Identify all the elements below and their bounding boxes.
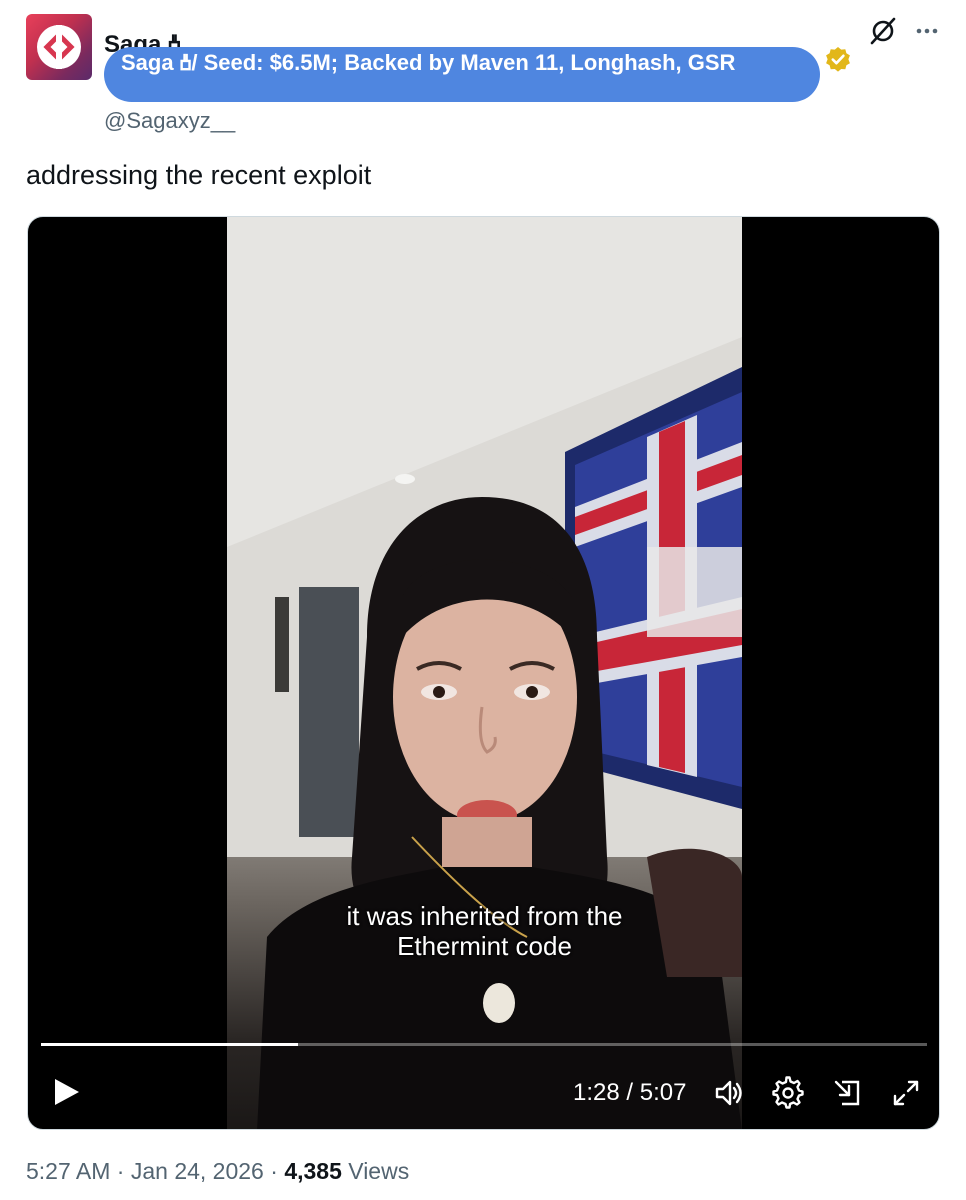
settings-icon[interactable] — [771, 1076, 805, 1110]
views-label: Views — [341, 1158, 410, 1184]
caption-line-1: it was inherited from the — [346, 901, 623, 931]
fullscreen-icon[interactable] — [889, 1076, 923, 1110]
video-still — [227, 217, 742, 1129]
verified-badge-icon — [826, 47, 850, 72]
saga-logo-icon — [37, 25, 81, 69]
tweet-meta: 5:27 AM · Jan 24, 2026 · 4,385 Views — [26, 1158, 409, 1185]
separator: · — [263, 1158, 285, 1184]
video-player[interactable]: it was inherited from the Ethermint code… — [27, 216, 940, 1130]
tweet-text: addressing the recent exploit — [26, 160, 372, 190]
avatar[interactable] — [26, 14, 92, 80]
post-time[interactable]: 5:27 AM — [26, 1158, 110, 1184]
video-progress-fill — [41, 1043, 298, 1046]
play-icon[interactable] — [48, 1075, 82, 1109]
caption-line-2: Ethermint code — [397, 931, 572, 961]
handle[interactable]: @Sagaxyz__ — [104, 108, 235, 134]
post-date[interactable]: Jan 24, 2026 — [131, 1158, 264, 1184]
time-readout: 1:28 / 5:07 — [573, 1079, 687, 1106]
affiliation-badge[interactable]: Saga 🝅/ Seed: $6.5M; Backed by Maven 11,… — [104, 47, 820, 102]
volume-icon[interactable] — [712, 1076, 746, 1110]
video-caption: it was inherited from the Ethermint code — [28, 901, 939, 961]
more-icon[interactable] — [912, 16, 942, 46]
video-progress-bar[interactable] — [41, 1043, 927, 1046]
pop-out-icon[interactable] — [830, 1076, 864, 1110]
views-count: 4,385 — [284, 1158, 342, 1184]
separator: · — [110, 1158, 131, 1184]
video-frame[interactable] — [227, 217, 742, 1129]
grok-icon[interactable] — [868, 16, 898, 46]
